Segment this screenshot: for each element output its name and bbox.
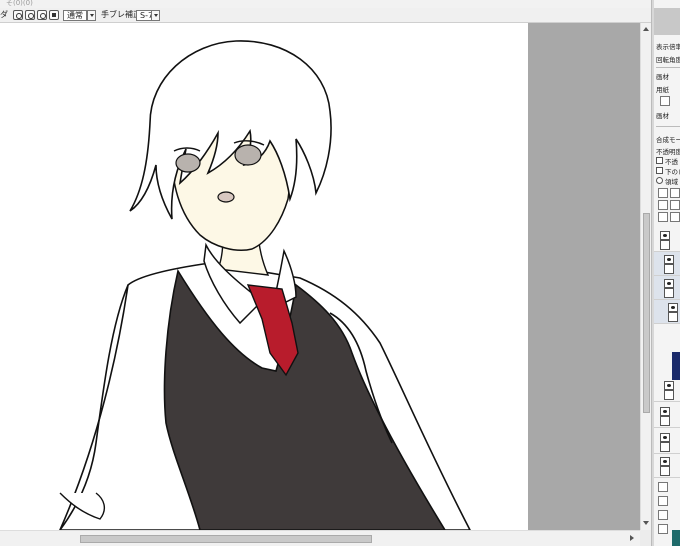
right-side-panel: 表示倍率 回転角度 画材 用紙 画材 合成モー 不透明度 不透 下のレ 領域 xyxy=(654,0,680,546)
title-strip: そ(0)(0) xyxy=(0,0,652,8)
eye-icon[interactable] xyxy=(664,381,674,390)
eye-icon[interactable] xyxy=(660,231,670,240)
layer-row[interactable] xyxy=(654,454,680,478)
merge-layer-icon[interactable] xyxy=(670,200,680,210)
eye-icon[interactable] xyxy=(668,303,678,312)
layer-color-swatch xyxy=(672,530,680,546)
brush-toolbar: ダ 通常 手ブレ補正 S-7 xyxy=(0,8,652,23)
character-artwork xyxy=(59,40,471,530)
left-eye xyxy=(175,153,201,173)
clip-below-label: 下のレ xyxy=(665,168,680,176)
drawing-canvas[interactable] xyxy=(0,23,528,530)
layer-thumbnail[interactable] xyxy=(658,510,668,520)
layer-row[interactable] xyxy=(654,404,680,428)
hard-brush-icon[interactable] xyxy=(37,10,47,20)
mouth xyxy=(217,191,235,203)
opacity-protect-label: 不透 xyxy=(665,158,678,166)
opacity-protect-checkbox[interactable] xyxy=(656,157,663,164)
layer-checkbox[interactable] xyxy=(660,442,670,452)
eye-icon[interactable] xyxy=(664,279,674,288)
clear-layer-icon[interactable] xyxy=(658,212,668,222)
eye-icon[interactable] xyxy=(664,255,674,264)
layer-row[interactable] xyxy=(654,228,680,252)
stabilizer-label: 手ブレ補正 xyxy=(101,10,141,19)
title-fragment: そ(0)(0) xyxy=(6,0,33,7)
vertical-scroll-thumb[interactable] xyxy=(643,213,650,413)
selection-source-radio[interactable] xyxy=(656,177,663,184)
paper-texture-swatch[interactable] xyxy=(660,96,670,106)
delete-layer-icon[interactable] xyxy=(670,212,680,222)
square-brush-icon[interactable] xyxy=(49,10,59,20)
copy-layer-icon[interactable] xyxy=(658,200,668,210)
layer-checkbox[interactable] xyxy=(664,264,674,274)
brush-material-label-2: 画材 xyxy=(656,112,669,120)
layer-row[interactable] xyxy=(654,276,680,300)
layer-thumbnail[interactable] xyxy=(658,496,668,506)
blend-mode-select[interactable]: 通常 xyxy=(63,10,87,21)
layer-row[interactable] xyxy=(654,430,680,454)
soft-brush-icon[interactable] xyxy=(25,10,35,20)
chevron-down-icon[interactable] xyxy=(151,10,160,21)
eye-icon[interactable] xyxy=(660,457,670,466)
paper-label: 用紙 xyxy=(656,86,669,94)
selection-source-label: 領域 xyxy=(665,178,678,186)
layer-checkbox[interactable] xyxy=(660,466,670,476)
paint-app-window: そ(0)(0) ダ 通常 手ブレ補正 S-7 表示倍率 回転角度 画材 用紙 画… xyxy=(0,0,680,546)
divider xyxy=(656,126,680,127)
layer-row[interactable] xyxy=(654,252,680,276)
clip-below-checkbox[interactable] xyxy=(656,167,663,174)
layer-checkbox[interactable] xyxy=(664,288,674,298)
brush-material-label: 画材 xyxy=(656,73,669,81)
navigator-preview[interactable] xyxy=(654,8,680,35)
canvas-workspace[interactable] xyxy=(0,23,640,530)
selected-layer-thumbnail[interactable] xyxy=(672,352,680,380)
scroll-right-arrow-icon[interactable] xyxy=(627,534,636,543)
round-brush-icon[interactable] xyxy=(13,10,23,20)
eye-icon[interactable] xyxy=(660,433,670,442)
new-layer-icon[interactable] xyxy=(658,188,668,198)
layer-checkbox[interactable] xyxy=(668,312,678,322)
opacity-label: 不透明度 xyxy=(656,148,680,156)
eye-icon[interactable] xyxy=(660,407,670,416)
divider xyxy=(656,67,680,68)
scroll-down-arrow-icon[interactable] xyxy=(642,519,651,528)
horizontal-scrollbar[interactable] xyxy=(0,530,640,546)
layer-checkbox[interactable] xyxy=(664,390,674,400)
zoom-label: 表示倍率 xyxy=(656,43,680,51)
layer-checkbox[interactable] xyxy=(660,416,670,426)
chevron-down-icon[interactable] xyxy=(87,10,96,21)
rotation-label: 回転角度 xyxy=(656,56,680,64)
horizontal-scroll-thumb[interactable] xyxy=(80,535,372,543)
layer-checkbox[interactable] xyxy=(660,240,670,250)
layer-thumbnail[interactable] xyxy=(658,482,668,492)
toolbar-partial-label: ダ xyxy=(0,10,8,19)
layer-thumbnail[interactable] xyxy=(658,524,668,534)
vertical-scrollbar[interactable] xyxy=(640,23,651,530)
right-eye xyxy=(234,144,262,166)
scroll-up-arrow-icon[interactable] xyxy=(642,25,651,34)
new-folder-icon[interactable] xyxy=(670,188,680,198)
layer-row[interactable] xyxy=(654,300,680,324)
layer-row[interactable] xyxy=(654,378,680,402)
blend-mode-label: 合成モー xyxy=(656,136,680,144)
